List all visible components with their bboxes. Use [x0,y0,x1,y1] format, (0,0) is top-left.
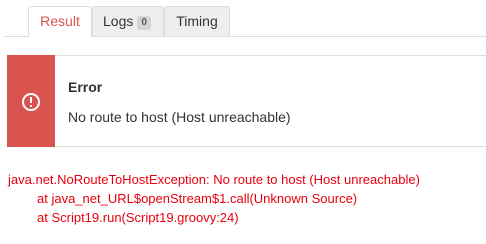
tab-logs-label: Logs [103,13,134,29]
tab-logs[interactable]: Logs 0 [92,6,164,36]
stack-trace-line: at java_net_URL$openStream$1.call(Unknow… [37,191,358,206]
alert-message: No route to host (Host unreachable) [68,109,291,125]
alert-title: Error [68,79,103,95]
error-alert: Error No route to host (Host unreachable… [7,55,486,147]
alert-accent-bar [7,55,55,147]
tab-result[interactable]: Result [28,6,92,37]
tab-bar: Result Logs 0 Timing [5,6,486,37]
stack-trace: java.net.NoRouteToHostException: No rout… [8,170,420,227]
tab-timing-label: Timing [176,13,218,29]
stack-trace-line: at Script19.run(Script19.groovy:24) [37,210,239,225]
stack-trace-line: java.net.NoRouteToHostException: No rout… [8,172,420,187]
exclamation-circle-icon [22,93,40,111]
logs-count-badge: 0 [137,16,151,30]
tab-timing[interactable]: Timing [164,6,230,36]
tab-result-label: Result [40,13,80,29]
